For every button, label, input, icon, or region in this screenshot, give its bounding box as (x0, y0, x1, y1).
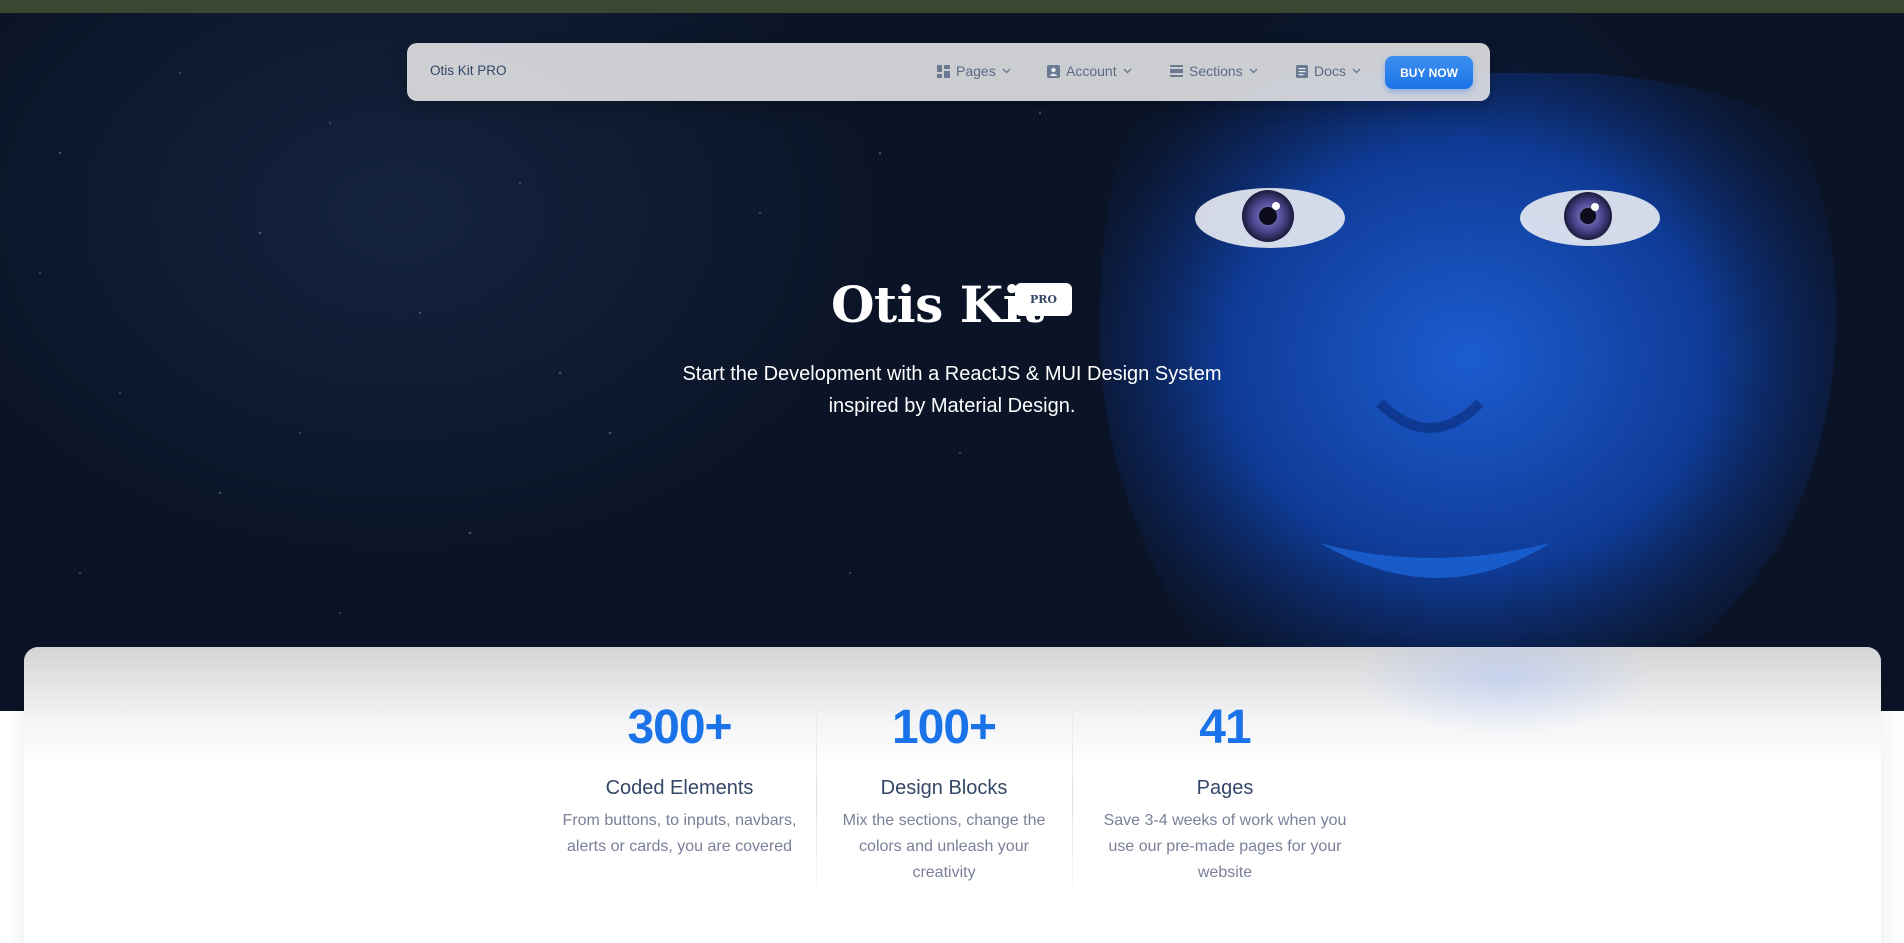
nav-item-account-label: Account (1066, 63, 1117, 79)
browser-top-strip (0, 0, 1904, 13)
buy-now-button[interactable]: BUY NOW (1385, 56, 1473, 89)
stat-design-blocks: 100+ Design Blocks Mix the sections, cha… (826, 700, 1062, 886)
hero-subtitle-line: inspired by Material Design. (828, 395, 1076, 417)
nav-item-sections-label: Sections (1189, 63, 1243, 79)
stat-title: Coded Elements (605, 777, 754, 799)
navbar: Otis Kit PRO Pages Account Sections Docs… (407, 43, 1490, 101)
stat-divider (816, 690, 817, 908)
chevron-down-icon (1249, 68, 1258, 74)
card-glow-decoration (1314, 647, 1734, 767)
stat-pages: 41 Pages Save 3-4 weeks of work when you… (1090, 700, 1360, 886)
dashboard-icon (937, 64, 950, 78)
brand-link[interactable]: Otis Kit PRO (430, 63, 507, 78)
chevron-down-icon (1002, 68, 1011, 74)
stat-value: 100+ (891, 701, 997, 754)
hero-title: Otis Kit (831, 275, 1044, 334)
stat-description: Save 3-4 weeks of work when you use our … (1090, 808, 1360, 886)
nav-item-pages-label: Pages (956, 63, 996, 79)
stat-divider (1072, 690, 1073, 908)
stat-coded-elements: 300+ Coded Elements From buttons, to inp… (552, 700, 807, 860)
stat-description-line: alerts or cards, you are covered (567, 838, 792, 855)
hero-subtitle: Start the Development with a ReactJS & M… (652, 358, 1252, 422)
stat-description-line: creativity (912, 864, 976, 881)
stat-title: Pages (1196, 777, 1254, 799)
hero-section: Otis Kit PRO Pages Account Sections Docs… (0, 13, 1904, 711)
stat-description-line: use our pre-made pages for your (1108, 838, 1342, 855)
nav-item-docs-label: Docs (1314, 63, 1346, 79)
stat-description-line: website (1197, 864, 1253, 881)
stat-value: 41 (1199, 701, 1251, 754)
view-day-icon (1170, 65, 1183, 77)
pro-badge: PRO (1015, 283, 1072, 316)
account-icon (1047, 64, 1060, 78)
nav-item-pages[interactable]: Pages (937, 63, 1011, 79)
hero-subtitle-line: Start the Development with a ReactJS & M… (682, 363, 1222, 385)
nav-item-docs[interactable]: Docs (1296, 63, 1361, 79)
chevron-down-icon (1123, 68, 1132, 74)
stat-description: Mix the sections, change the colors and … (826, 808, 1062, 886)
stat-description-line: Mix the sections, change the (842, 812, 1046, 829)
nav-item-sections[interactable]: Sections (1170, 63, 1258, 79)
stat-description: From buttons, to inputs, navbars, alerts… (552, 808, 807, 860)
article-icon (1296, 64, 1308, 78)
stat-title: Design Blocks (880, 777, 1008, 799)
nav-item-account[interactable]: Account (1047, 63, 1132, 79)
stat-value: 300+ (627, 701, 732, 754)
stat-description-line: Save 3-4 weeks of work when you (1103, 812, 1347, 829)
stat-description-line: colors and unleash your (859, 838, 1029, 855)
chevron-down-icon (1352, 68, 1361, 74)
stat-description-line: From buttons, to inputs, navbars, (562, 812, 797, 829)
